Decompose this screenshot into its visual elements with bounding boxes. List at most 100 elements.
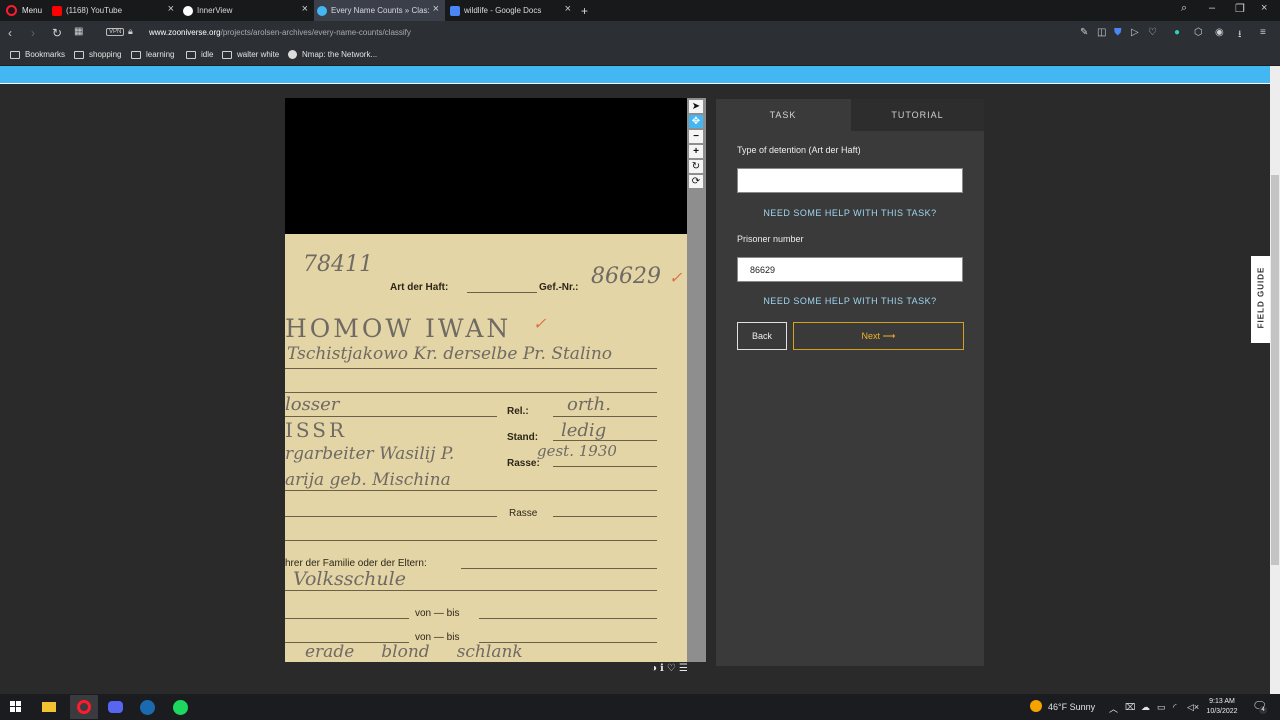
help-link-2[interactable]: NEED SOME HELP WITH THIS TASK?: [737, 296, 963, 306]
edit-icon[interactable]: ✎: [1080, 27, 1088, 38]
zoom-in-icon[interactable]: +: [689, 145, 703, 158]
back-arrow-icon[interactable]: ‹: [8, 26, 12, 40]
shield-icon[interactable]: ⛊: [1114, 27, 1122, 38]
bookmark-learning[interactable]: learning: [131, 50, 174, 59]
folder-icon: [74, 50, 84, 59]
close-window-icon[interactable]: ×: [1261, 2, 1267, 14]
notification-count: 4: [1259, 706, 1267, 714]
detention-type-input[interactable]: [737, 168, 963, 193]
easy-setup-icon[interactable]: ≡: [1260, 27, 1266, 38]
minimize-icon[interactable]: –: [1209, 2, 1215, 14]
printed-art-der-haft: Art der Haft:: [390, 282, 449, 293]
taskbar-clock[interactable]: 9:13 AM 10/3/2022: [1200, 697, 1244, 717]
back-button[interactable]: Back: [737, 322, 787, 350]
tab-innerview[interactable]: InnerView ×: [183, 0, 314, 21]
tab-tutorial[interactable]: TUTORIAL: [851, 99, 984, 131]
info-icon[interactable]: ℹ: [660, 663, 667, 674]
folder-icon: [222, 50, 232, 59]
field-guide-tab[interactable]: FIELD GUIDE: [1251, 256, 1270, 343]
detention-type-label: Type of detention (Art der Haft): [737, 145, 861, 155]
folder-icon: [10, 50, 20, 59]
lock-icon[interactable]: 🔒︎: [128, 26, 133, 37]
invert-icon[interactable]: ◑: [651, 663, 660, 674]
battery-icon[interactable]: ⌧: [1125, 702, 1135, 713]
handwritten-birthplace: Tschistjakowo Kr. derselbe Pr. Stalino: [287, 344, 613, 364]
download-icon[interactable]: ⭳: [1238, 27, 1242, 44]
spotify-icon: [172, 699, 188, 715]
camera-icon[interactable]: ◫: [1097, 27, 1106, 38]
bookmark-walter-white[interactable]: walter white: [222, 50, 279, 59]
zooniverse-icon: [317, 5, 327, 16]
weather-text[interactable]: 46°F Sunny: [1048, 702, 1095, 712]
grid-icon[interactable]: ▦: [74, 26, 83, 37]
steam-icon: [139, 699, 155, 715]
heart-icon[interactable]: ♡: [1148, 27, 1157, 38]
send-icon[interactable]: ▷: [1131, 27, 1139, 38]
zoom-out-icon[interactable]: −: [689, 130, 703, 143]
registration-card: 78411 Art der Haft: Gef.-Nr.: 86629 ✓ HO…: [285, 234, 687, 662]
menu-label: Menu: [22, 6, 43, 15]
bookmark-idle[interactable]: idle: [186, 50, 213, 59]
tab-youtube[interactable]: (1168) YouTube ×: [52, 0, 180, 21]
bookmark-nmap[interactable]: Nmap: the Network...: [288, 50, 377, 59]
restore-icon[interactable]: ❐: [1235, 2, 1245, 15]
handwritten-mother: arija geb. Mischina: [285, 470, 451, 490]
clock-time: 9:13 AM: [1209, 698, 1235, 705]
volume-muted-icon[interactable]: ◁×: [1187, 702, 1199, 713]
url-field[interactable]: www.zooniverse.org/projects/arolsen-arch…: [149, 28, 411, 37]
subject-image-viewer[interactable]: 78411 Art der Haft: Gef.-Nr.: 86629 ✓ HO…: [285, 98, 687, 662]
bookmark-label: idle: [201, 50, 214, 59]
file-explorer-button[interactable]: [39, 697, 59, 717]
reload-icon[interactable]: ↻: [52, 26, 62, 40]
printed-stand: Stand:: [507, 432, 539, 443]
bookmark-label: learning: [146, 50, 175, 59]
bookmark-bookmarks[interactable]: Bookmarks: [10, 50, 65, 59]
reset-icon[interactable]: ⟳: [689, 175, 703, 188]
tab-google-docs[interactable]: wildlife - Google Docs ×: [447, 0, 577, 21]
collections-icon[interactable]: ☰: [679, 663, 691, 674]
opera-taskbar-button[interactable]: [70, 695, 98, 719]
prisoner-number-input[interactable]: [737, 257, 963, 282]
steam-button[interactable]: [137, 697, 157, 717]
next-button[interactable]: Next ⟶: [793, 322, 964, 350]
vpn-badge[interactable]: VPN: [106, 28, 125, 36]
handwritten-stand: ledig: [561, 420, 607, 441]
spotify-button[interactable]: [170, 697, 190, 717]
move-tool-icon[interactable]: ✥: [689, 115, 703, 128]
forward-arrow-icon[interactable]: ›: [31, 26, 35, 40]
cube-icon[interactable]: ⬡: [1194, 27, 1203, 38]
start-button[interactable]: [6, 697, 26, 717]
rotate-icon[interactable]: ↻: [689, 160, 703, 173]
search-tabs-icon[interactable]: ⌕: [1181, 2, 1187, 15]
network-icon[interactable]: ▭: [1157, 702, 1166, 713]
bookmark-shopping[interactable]: shopping: [74, 50, 121, 59]
favorite-heart-icon[interactable]: ♡: [667, 663, 679, 674]
wifi-icon[interactable]: ◜: [1173, 702, 1177, 713]
scrollbar-thumb[interactable]: [1271, 175, 1279, 565]
discord-icon: [107, 701, 123, 713]
tab-every-name-counts[interactable]: Every Name Counts » Clas: ×: [314, 0, 445, 21]
new-tab-button[interactable]: +: [581, 0, 595, 21]
folder-icon: [42, 702, 56, 712]
profile-icon[interactable]: ◉: [1215, 27, 1224, 38]
printed-von-bis-1: von — bis: [415, 608, 460, 619]
extension-a-icon[interactable]: ●: [1174, 27, 1180, 38]
close-icon[interactable]: ×: [302, 3, 308, 15]
chevron-up-icon[interactable]: ︿: [1109, 702, 1118, 715]
innerview-icon: [183, 5, 193, 16]
handwritten-number-top: 78411: [303, 252, 373, 277]
tab-task[interactable]: TASK: [716, 99, 850, 131]
close-icon[interactable]: ×: [433, 3, 439, 15]
help-link-1[interactable]: NEED SOME HELP WITH THIS TASK?: [737, 208, 963, 218]
cloud-icon[interactable]: ☁: [1141, 702, 1150, 713]
close-icon[interactable]: ×: [168, 3, 174, 15]
pointer-tool-icon[interactable]: ➤: [689, 100, 703, 113]
printed-gef-nr: Gef.-Nr.:: [539, 282, 579, 293]
tab-title: wildlife - Google Docs: [464, 6, 542, 15]
close-icon[interactable]: ×: [565, 3, 571, 15]
discord-button[interactable]: [105, 697, 125, 717]
windows-logo-icon: [10, 701, 21, 712]
sun-icon: [1030, 700, 1042, 712]
opera-menu-button[interactable]: Menu: [0, 0, 52, 21]
handwritten-name: HOMOW IWAN: [285, 314, 512, 343]
